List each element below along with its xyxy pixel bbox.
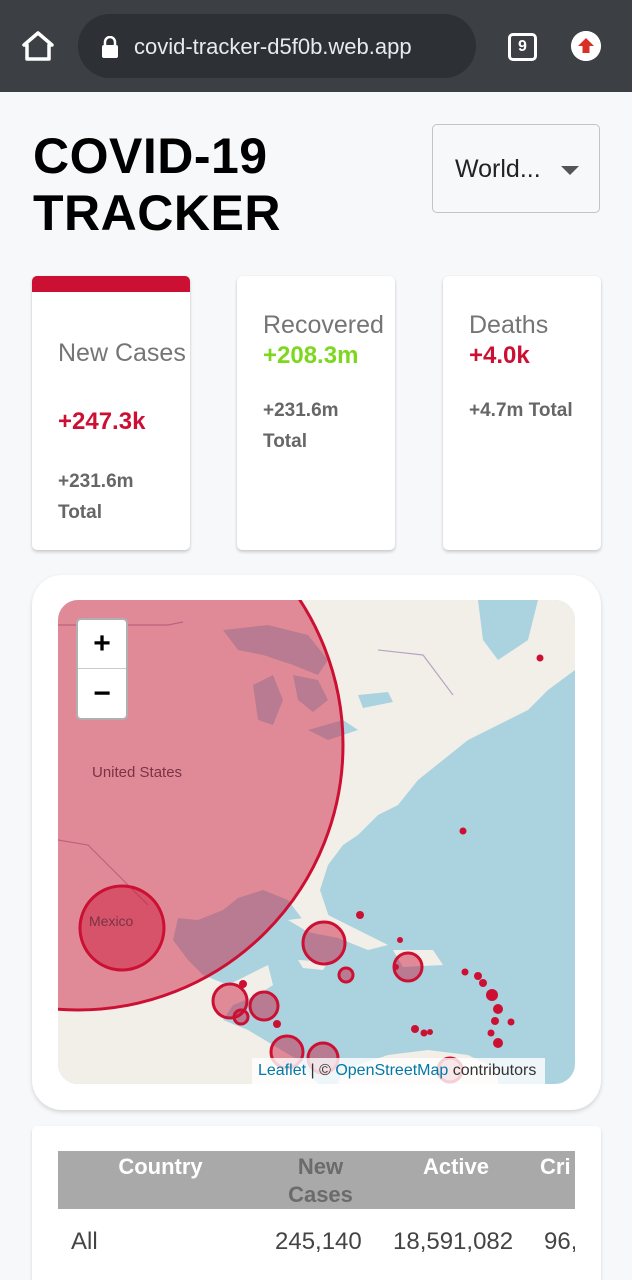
map-tiles: United States Mexico (58, 600, 575, 1084)
column-header-new-cases[interactable]: New Cases (278, 1153, 363, 1209)
leaflet-link[interactable]: Leaflet (258, 1062, 306, 1079)
attribution-separator: | © (306, 1062, 336, 1079)
home-icon[interactable] (20, 28, 56, 64)
zoom-control: + − (76, 618, 128, 720)
lock-icon (102, 36, 118, 58)
stat-card-delta: +208.3m (263, 342, 359, 369)
address-bar[interactable]: covid-tracker-d5f0b.web.app (78, 14, 476, 78)
map-label-united-states: United States (92, 764, 182, 781)
stat-card-delta: +247.3k (58, 408, 146, 435)
zoom-out-button[interactable]: − (78, 670, 126, 719)
stat-card-total: +4.7m Total (469, 400, 573, 421)
table-header: Country New Cases Active Cri (58, 1151, 575, 1209)
stat-card-recovered[interactable]: Recovered +208.3m +231.6m Total (237, 276, 395, 550)
stat-card-delta: +4.0k (469, 342, 530, 369)
map-attribution: Leaflet | © OpenStreetMap contributors (252, 1058, 546, 1084)
stat-card-title: Deaths (469, 311, 549, 339)
stat-card-deaths[interactable]: Deaths +4.0k +4.7m Total (443, 276, 601, 550)
openstreetmap-link[interactable]: OpenStreetMap (335, 1062, 448, 1079)
browser-toolbar: covid-tracker-d5f0b.web.app 9 (0, 0, 632, 92)
table-row[interactable]: All 245,140 18,591,082 96, (58, 1210, 575, 1276)
cell-new-cases: 245,140 (275, 1228, 362, 1255)
cell-active: 18,591,082 (393, 1228, 514, 1255)
chevron-down-icon (561, 166, 579, 175)
stat-card-total: +231.6m Total (263, 400, 339, 452)
url-text: covid-tracker-d5f0b.web.app (134, 34, 412, 59)
zoom-in-button[interactable]: + (78, 620, 126, 669)
cell-country: All (71, 1228, 98, 1255)
stat-card-new-cases[interactable]: New Cases +247.3k +231.6m Total (32, 276, 190, 550)
column-header-active[interactable]: Active (406, 1153, 506, 1181)
map-label-mexico: Mexico (89, 913, 134, 929)
column-header-country[interactable]: Country (98, 1153, 223, 1181)
cell-critical: 96, (544, 1228, 575, 1255)
stat-card-title: New Cases (58, 339, 186, 367)
country-select-value: World... (455, 155, 541, 183)
stat-card-title: Recovered (263, 311, 384, 339)
tab-switcher-button[interactable]: 9 (508, 33, 537, 61)
map-view[interactable]: United States Mexico (58, 600, 575, 1084)
country-select[interactable]: World... (432, 124, 600, 213)
attribution-contributors: contributors (448, 1062, 537, 1079)
stat-card-total: +231.6m Total (58, 471, 134, 523)
page-title: COVID-19 TRACKER (33, 128, 281, 241)
column-header-critical[interactable]: Cri (540, 1153, 575, 1181)
upload-icon[interactable] (571, 31, 601, 61)
